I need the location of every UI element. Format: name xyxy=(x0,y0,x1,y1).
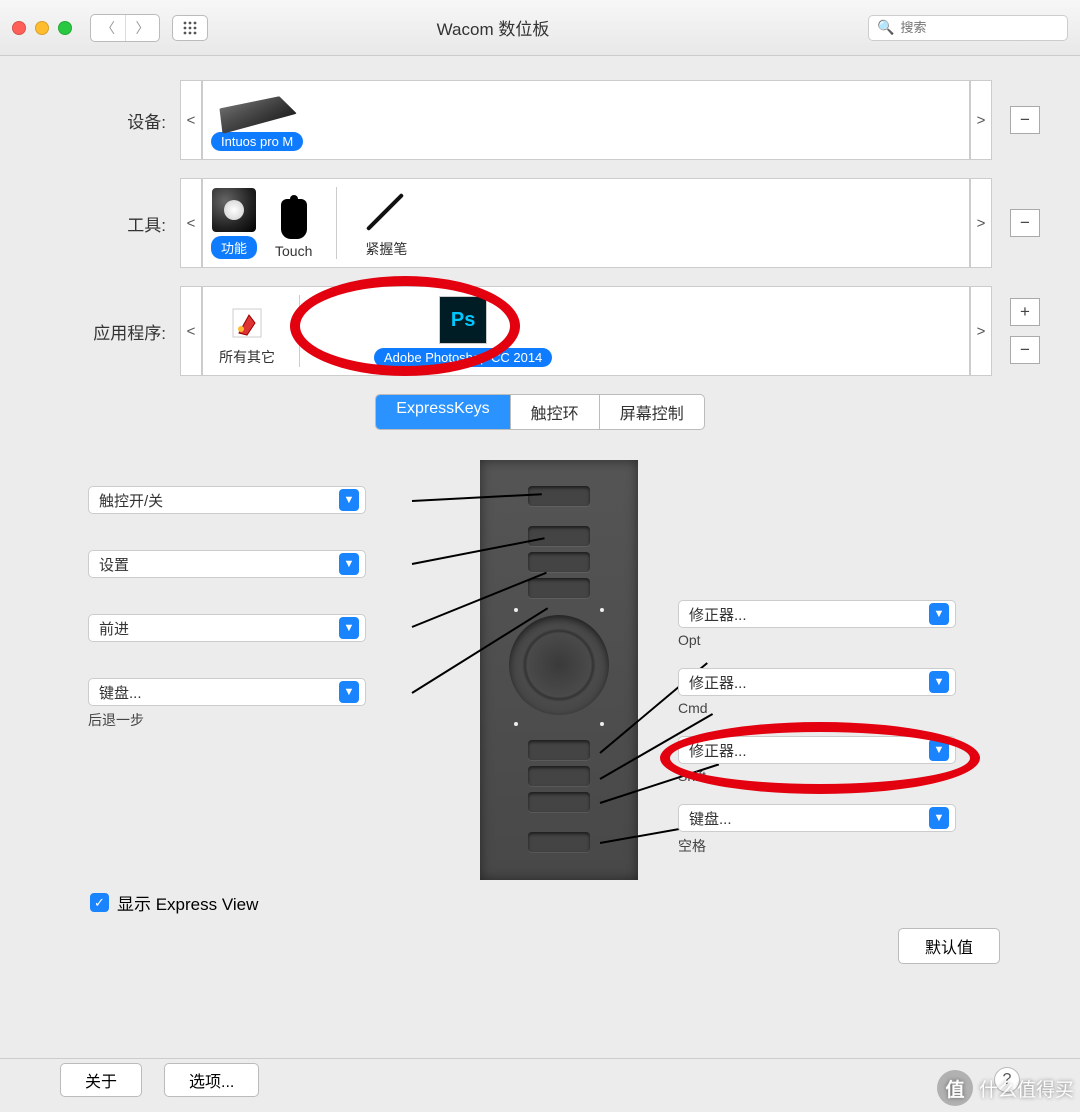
device-label: 设备: xyxy=(40,108,180,133)
app-generic-icon xyxy=(227,303,267,343)
dropdown-label: 修正器... xyxy=(689,604,921,625)
tablet-diagram xyxy=(480,460,638,880)
tool-scroll-left[interactable]: < xyxy=(180,178,202,268)
app-item-label: Adobe Photoshop CC 2014 xyxy=(374,348,552,367)
about-button[interactable]: 关于 xyxy=(60,1063,142,1097)
minimize-window-button[interactable] xyxy=(35,21,49,35)
app-add-button[interactable]: + xyxy=(1010,298,1040,326)
tab-group: ExpressKeys 触控环 屏幕控制 xyxy=(375,394,704,430)
watermark: 值 什么值得买 xyxy=(937,1070,1074,1106)
tool-item-label: 功能 xyxy=(211,236,257,259)
app-scroll-left[interactable]: < xyxy=(180,286,202,376)
footer: 关于 选项... ? xyxy=(0,1058,1080,1100)
chevron-down-icon: ▼ xyxy=(339,681,359,703)
tool-item-label: 紧握笔 xyxy=(365,239,407,259)
window-title: Wacom 数位板 xyxy=(118,15,868,40)
dropdown-label: 修正器... xyxy=(689,672,921,693)
tool-scroll-right[interactable]: > xyxy=(970,178,992,268)
tool-label: 工具: xyxy=(40,211,180,236)
tool-item-pen[interactable]: 紧握笔 xyxy=(361,187,411,259)
search-icon: 🔍 xyxy=(877,19,894,36)
tab-touchring[interactable]: 触控环 xyxy=(510,395,599,429)
app-strip: 所有其它 Ps Adobe Photoshop CC 2014 xyxy=(202,286,970,376)
device-item-label: Intuos pro M xyxy=(211,132,303,151)
right-key-3-subtitle: Shift xyxy=(678,768,706,784)
touch-icon xyxy=(281,199,307,239)
checkbox-checked-icon[interactable]: ✓ xyxy=(90,893,109,912)
app-label: 应用程序: xyxy=(40,319,180,344)
dropdown-label: 修正器... xyxy=(689,740,921,761)
tab-screencontrol[interactable]: 屏幕控制 xyxy=(599,395,704,429)
app-item-label: 所有其它 xyxy=(219,347,275,367)
right-key-3-dropdown[interactable]: 修正器... ▼ xyxy=(678,736,956,764)
left-key-3-dropdown[interactable]: 前进 ▼ xyxy=(88,614,366,642)
device-scroll-right[interactable]: > xyxy=(970,80,992,160)
chevron-down-icon: ▼ xyxy=(929,739,949,761)
watermark-text: 什么值得买 xyxy=(979,1075,1074,1102)
dropdown-label: 设置 xyxy=(99,554,331,575)
right-key-1-dropdown[interactable]: 修正器... ▼ xyxy=(678,600,956,628)
pen-icon xyxy=(361,187,411,235)
tool-item-functions[interactable]: 功能 xyxy=(211,187,257,259)
tab-expresskeys[interactable]: ExpressKeys xyxy=(376,395,509,429)
device-scroll-left[interactable]: < xyxy=(180,80,202,160)
dropdown-label: 键盘... xyxy=(689,808,921,829)
chevron-down-icon: ▼ xyxy=(339,617,359,639)
app-scroll-right[interactable]: > xyxy=(970,286,992,376)
chevron-down-icon: ▼ xyxy=(929,671,949,693)
expresskeys-panel: 触控开/关 ▼ 设置 ▼ 前进 ▼ 键盘... ▼ 后退一步 修正器... ▼ Opt 修… xyxy=(40,460,1040,920)
default-button[interactable]: 默认值 xyxy=(898,928,1000,964)
left-key-4-dropdown[interactable]: 键盘... ▼ xyxy=(88,678,366,706)
left-key-1-dropdown[interactable]: 触控开/关 ▼ xyxy=(88,486,366,514)
photoshop-icon: Ps xyxy=(439,296,487,344)
search-input[interactable] xyxy=(900,20,1076,35)
tool-item-label: Touch xyxy=(275,243,312,259)
app-item-other[interactable]: 所有其它 xyxy=(219,295,275,367)
dropdown-label: 前进 xyxy=(99,618,331,639)
left-key-4-subtitle: 后退一步 xyxy=(88,710,144,730)
right-key-1-subtitle: Opt xyxy=(678,632,701,648)
maximize-window-button[interactable] xyxy=(58,21,72,35)
device-item[interactable]: Intuos pro M xyxy=(211,89,303,151)
options-button[interactable]: 选项... xyxy=(164,1063,259,1097)
dropdown-label: 键盘... xyxy=(99,682,331,703)
chevron-down-icon: ▼ xyxy=(929,807,949,829)
device-remove-button[interactable]: − xyxy=(1010,106,1040,134)
right-key-4-dropdown[interactable]: 键盘... ▼ xyxy=(678,804,956,832)
left-key-2-dropdown[interactable]: 设置 ▼ xyxy=(88,550,366,578)
chevron-down-icon: ▼ xyxy=(929,603,949,625)
right-key-4-subtitle: 空格 xyxy=(678,836,706,856)
device-strip: Intuos pro M xyxy=(202,80,970,160)
tool-remove-button[interactable]: − xyxy=(1010,209,1040,237)
tablet-icon xyxy=(220,96,297,134)
tool-item-touch[interactable]: Touch xyxy=(275,187,312,259)
chevron-down-icon: ▼ xyxy=(339,553,359,575)
app-item-photoshop[interactable]: Ps Adobe Photoshop CC 2014 xyxy=(374,295,552,367)
chevron-down-icon: ▼ xyxy=(339,489,359,511)
dropdown-label: 触控开/关 xyxy=(99,490,331,511)
titlebar: 〈 〉 Wacom 数位板 🔍 ✕ xyxy=(0,0,1080,56)
search-field[interactable]: 🔍 ✕ xyxy=(868,15,1068,41)
close-window-button[interactable] xyxy=(12,21,26,35)
right-key-2-subtitle: Cmd xyxy=(678,700,708,716)
express-view-checkbox-row[interactable]: ✓ 显示 Express View xyxy=(90,890,258,915)
right-key-2-dropdown[interactable]: 修正器... ▼ xyxy=(678,668,956,696)
tool-strip: 功能 Touch 紧握笔 xyxy=(202,178,970,268)
express-view-label: 显示 Express View xyxy=(117,890,258,915)
app-remove-button[interactable]: − xyxy=(1010,336,1040,364)
watermark-badge-icon: 值 xyxy=(937,1070,973,1106)
functions-icon xyxy=(212,188,256,232)
